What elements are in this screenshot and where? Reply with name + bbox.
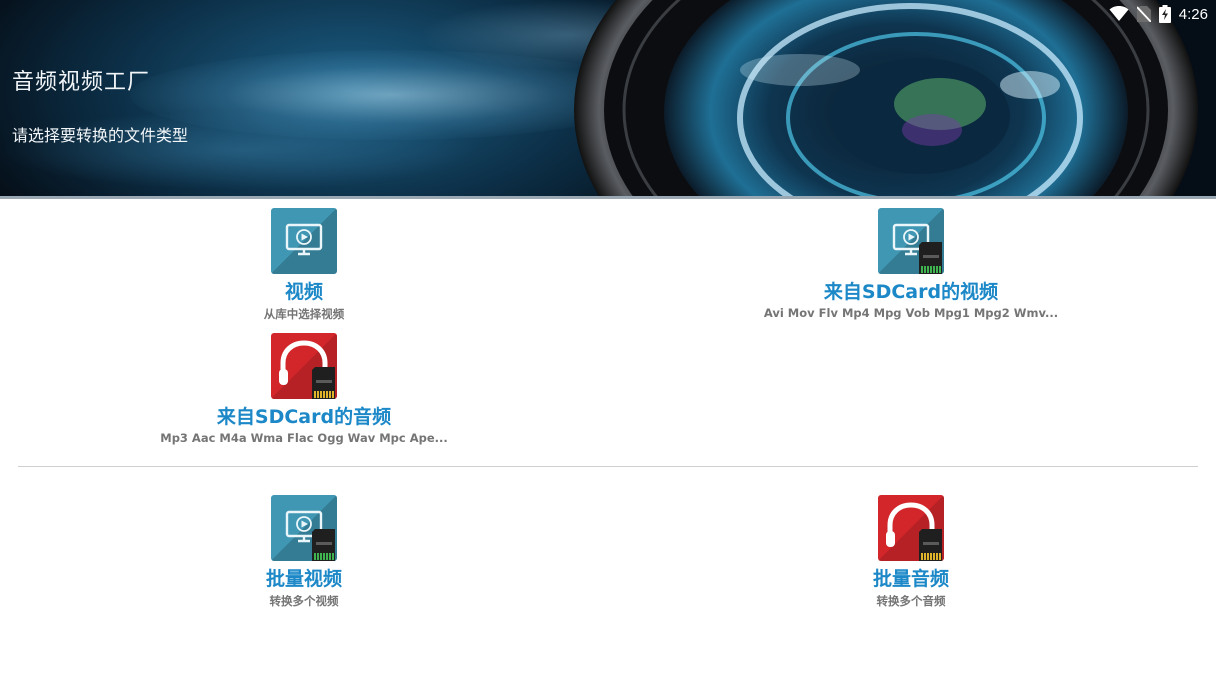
option-description: 转换多个音频 bbox=[876, 594, 946, 608]
option-description: Avi Mov Flv Mp4 Mpg Vob Mpg1 Mpg2 Wmv... bbox=[763, 306, 1059, 320]
option-batch-audio[interactable]: 批量音频 转换多个音频 bbox=[811, 495, 1011, 609]
wifi-icon bbox=[1109, 6, 1129, 21]
option-label: 来自SDCard的视频 bbox=[823, 281, 999, 303]
option-batch-video[interactable]: 批量视频 转换多个视频 bbox=[204, 495, 404, 609]
status-bar: 4:26 bbox=[1109, 4, 1208, 24]
option-label: 视频 bbox=[284, 281, 323, 303]
banner-divider bbox=[0, 196, 1216, 199]
option-description: Mp3 Aac M4a Wma Flac Ogg Wav Mpc Ape... bbox=[160, 431, 448, 445]
audio-sdcard-icon bbox=[271, 333, 337, 399]
battery-charging-icon bbox=[1158, 5, 1171, 23]
option-description: 从库中选择视频 bbox=[263, 307, 345, 321]
video-sdcard-icon bbox=[271, 495, 337, 561]
audio-sdcard-icon bbox=[878, 495, 944, 561]
app-screen: 音频视频工厂 请选择要转换的文件类型 4:26 视频 从库中选择视频 来自SDC… bbox=[0, 0, 1216, 684]
option-video-sdcard[interactable]: 来自SDCard的视频 Avi Mov Flv Mp4 Mpg Vob Mpg1… bbox=[761, 208, 1061, 320]
video-sdcard-icon bbox=[878, 208, 944, 274]
option-audio-sdcard[interactable]: 来自SDCard的音频 Mp3 Aac M4a Wma Flac Ogg Wav… bbox=[154, 333, 454, 445]
option-label: 来自SDCard的音频 bbox=[216, 406, 392, 428]
section-divider bbox=[18, 466, 1198, 467]
app-title: 音频视频工厂 bbox=[12, 70, 151, 95]
option-label: 批量音频 bbox=[872, 568, 949, 590]
option-label: 批量视频 bbox=[265, 568, 342, 590]
no-sim-icon bbox=[1136, 6, 1151, 22]
option-video-library[interactable]: 视频 从库中选择视频 bbox=[204, 208, 404, 322]
video-icon bbox=[271, 208, 337, 274]
page-subtitle: 请选择要转换的文件类型 bbox=[12, 126, 189, 145]
option-description: 转换多个视频 bbox=[269, 594, 339, 608]
clock: 4:26 bbox=[1178, 5, 1208, 23]
camera-lens-image bbox=[574, 0, 1198, 199]
header-banner: 音频视频工厂 请选择要转换的文件类型 bbox=[0, 0, 1216, 199]
